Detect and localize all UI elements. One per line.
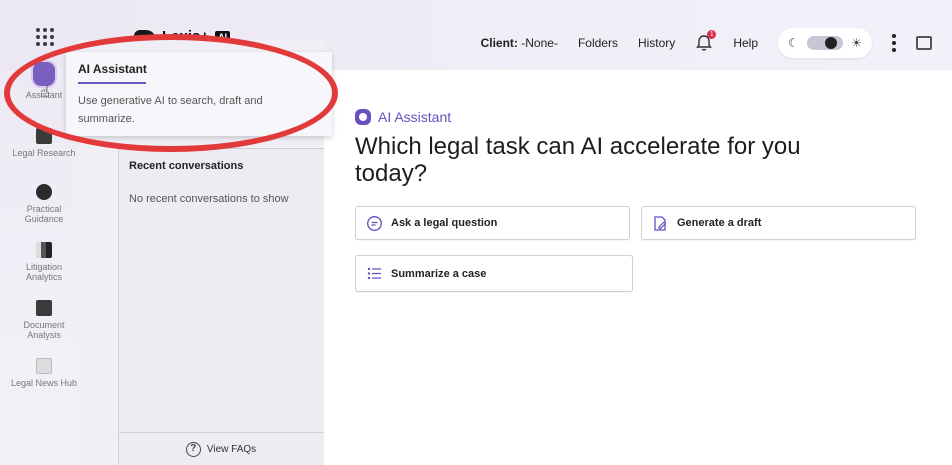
help-link[interactable]: Help <box>733 36 758 50</box>
generate-draft-button[interactable]: Generate a draft <box>641 206 916 240</box>
rail-item-label: Document Analysis <box>23 320 65 340</box>
summarize-case-button[interactable]: Summarize a case <box>355 255 633 292</box>
page-title: Which legal task can AI accelerate for y… <box>355 133 801 187</box>
moon-icon: ☾ <box>788 36 799 50</box>
client-label: Client: <box>480 36 518 50</box>
rail-item-document-analysis[interactable]: Document Analysis <box>10 300 78 340</box>
practical-guidance-icon <box>36 184 52 200</box>
news-icon <box>36 358 52 374</box>
edit-document-icon <box>654 215 667 231</box>
top-nav: Client: -None- Folders History 1 Help ☾ … <box>481 28 932 58</box>
theme-switch[interactable] <box>807 36 843 50</box>
help-circle-icon: ? <box>185 441 201 457</box>
client-selector[interactable]: Client: -None- <box>481 36 558 50</box>
theme-toggle[interactable]: ☾ ☀ <box>778 28 872 58</box>
ask-legal-question-button[interactable]: Ask a legal question <box>355 206 630 240</box>
notifications-bell-icon[interactable]: 1 <box>695 30 717 52</box>
rail-item-label: Legal News Hub <box>10 378 78 388</box>
summarize-case-label: Summarize a case <box>391 267 487 280</box>
more-options-icon[interactable] <box>892 34 896 52</box>
view-faqs-link[interactable]: ? View FAQs <box>118 432 324 465</box>
rail-item-label: Litigation Analytics <box>25 262 63 282</box>
ai-assistant-label-text: AI Assistant <box>378 109 452 125</box>
history-link[interactable]: History <box>638 36 675 50</box>
view-faqs-label: View FAQs <box>206 443 257 455</box>
folders-link[interactable]: Folders <box>578 36 618 50</box>
list-icon <box>367 267 381 280</box>
recent-conversations-title: Recent conversations <box>129 160 244 172</box>
ask-legal-question-label: Ask a legal question <box>391 217 498 229</box>
ai-assistant-label: AI Assistant <box>355 109 451 125</box>
document-analysis-icon <box>36 300 52 316</box>
rail-item-label: Legal Research <box>12 148 76 158</box>
highlight-annotation <box>4 34 338 152</box>
rail-item-legal-news-hub[interactable]: Legal News Hub <box>10 358 78 388</box>
apps-grid-icon[interactable] <box>30 22 60 52</box>
rail-item-practical-guidance[interactable]: Practical Guidance <box>10 184 78 224</box>
rail-item-label: Practical Guidance <box>24 204 64 224</box>
chat-question-icon <box>366 215 383 231</box>
ai-assistant-icon <box>355 109 371 125</box>
notifications-badge: 1 <box>707 30 717 39</box>
recent-conversations-empty: No recent conversations to show <box>129 193 289 205</box>
rail-item-litigation-analytics[interactable]: Litigation Analytics <box>10 242 78 282</box>
generate-draft-label: Generate a draft <box>677 217 762 229</box>
sun-icon: ☀ <box>851 36 862 50</box>
bar-chart-icon <box>36 242 52 258</box>
client-value: -None- <box>521 36 558 50</box>
display-icon[interactable] <box>916 36 932 50</box>
